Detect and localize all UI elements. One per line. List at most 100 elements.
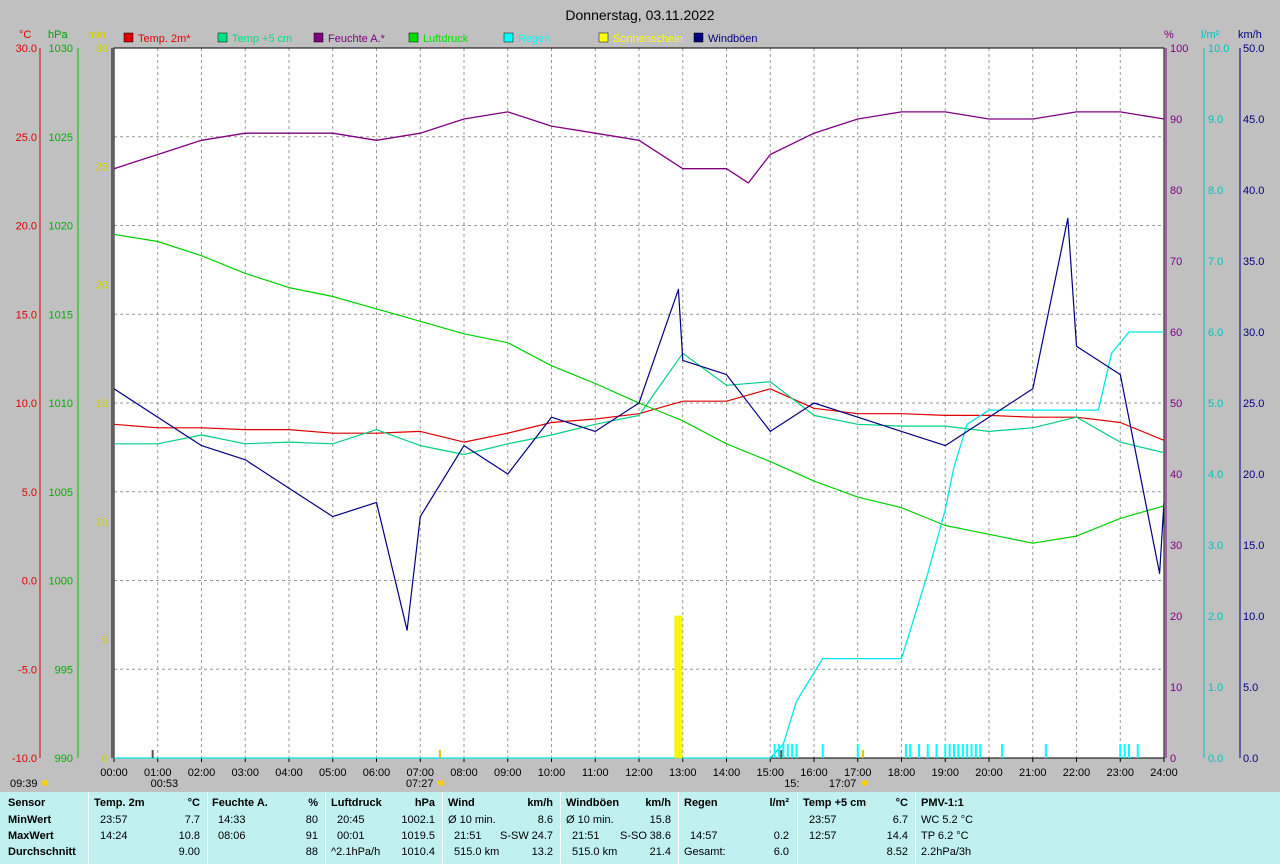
time-tick-label: 00:00 [100,767,128,779]
wind-max-direction: S-SW [500,830,529,842]
table-separator [88,792,89,864]
rain-event-tick [1128,744,1130,758]
legend-swatch [693,32,704,43]
time-tick-label: 06:00 [363,767,391,779]
temp2m-column: Temp. 2m °C 23:57 7.7 14:24 10.8 9.00 [94,792,200,864]
rain-event-tick [786,744,789,758]
legend-swatch [123,32,134,43]
legend-label: Sonnenschein [613,33,683,45]
rain-event-tick [904,744,907,758]
sun-tick-label: 10 [96,516,108,528]
legend-label: Feuchte A.* [328,33,386,45]
time-tick-label: 12:00 [625,767,653,779]
regen-total-label: Gesamt: [684,846,726,858]
rain-event-tick [1044,744,1047,758]
minwert-label: MinWert [8,814,52,826]
luftdruck-trend: ^2.1hPa/h [331,846,381,858]
humidity-tick-label: 20 [1170,611,1182,623]
wind-tick-label: 35.0 [1243,256,1264,268]
temp-tick-label: 20.0 [16,221,37,233]
wind-column: Wind km/h Ø 10 min. 8.6 21:51 S-SW 24.7 … [448,792,553,864]
temp-tick-label: 5.0 [22,487,37,499]
rain-event-tick [795,744,798,758]
wind-tick-label: 5.0 [1243,682,1258,694]
sun-tick-label: 0 [102,753,108,765]
windboeen-max-direction: S-SO [620,830,647,842]
rain-event-tick [944,744,947,758]
pressure-tick-label: 990 [55,753,73,765]
wind-tick-label: 25.0 [1243,398,1264,410]
temp5-min-value: 6.7 [892,814,908,826]
legend-swatch [598,32,609,43]
time-tick-label: 11:00 [582,767,609,779]
rain-event-tick [909,744,912,758]
time-tick-label: 02:00 [188,767,216,779]
sun-tick-label: 20 [96,280,108,292]
pmv-pressure-trend: 2.2hPa/3h [921,846,972,858]
wind-avg-total: 13.2 [531,846,553,858]
temp2m-max-value: 10.8 [178,830,200,842]
time-tick-label: 10:00 [538,767,566,779]
regen-header: Regen [684,797,718,809]
rain-event-tick [773,744,776,758]
sun-icon [437,780,444,786]
pmv-header: PMV-1:1 [921,797,964,809]
luftdruck-column: Luftdruck hPa 20:45 1002.1 00:01 1019.5 … [331,792,435,864]
rain-tick-label: 4.0 [1208,469,1223,481]
rain-tick-label: 8.0 [1208,185,1223,197]
rain-event-tick [918,744,920,758]
rain-event-tick [957,744,960,758]
time-tick-label: 20:00 [975,767,1003,779]
time-tick-label: 16:00 [800,767,828,779]
humidity-unit: % [1164,29,1174,41]
rain-event-tick [961,744,964,758]
temp2m-min-value: 7.7 [184,814,200,826]
humidity-tick-label: 80 [1170,185,1182,197]
legend-swatch [408,32,419,43]
wind-tick-label: 30.0 [1243,327,1264,339]
sun-tick-label: 30 [96,43,108,55]
pressure-tick-label: 1010 [49,398,73,410]
temp-tick-label: 30.0 [16,43,37,55]
rain-event-tick [935,744,938,758]
luftdruck-max-value: 1019.5 [401,830,435,842]
sunshine-duration-label: 09:39 [10,778,38,790]
windboeen-avg-label: Ø 10 min. [566,814,614,826]
humidity-tick-label: 90 [1170,114,1182,126]
sun-tick-label: 5 [102,635,108,647]
pressure-tick-label: 1005 [49,487,73,499]
feuchte-unit: % [308,797,318,809]
temp-tick-label: -10.0 [12,753,37,765]
humidity-tick-label: 10 [1170,682,1182,694]
feuchte-min-time: 14:33 [218,814,246,826]
humidity-tick-label: 40 [1170,469,1182,481]
maxwert-label: MaxWert [8,830,54,842]
rain-event-tick [974,744,977,758]
moonrise-label: 15: [784,778,799,790]
pmv-dewpoint: TP 6.2 °C [921,830,969,842]
rain-event-tick [948,744,951,758]
temp5-header: Temp +5 cm [803,797,867,809]
feuchte-avg: 88 [305,846,318,858]
temp-tick-label: 0.0 [22,576,37,588]
pressure-tick-label: 1000 [49,576,73,588]
statistics-table: Sensor MinWert MaxWert Durchschnitt Temp… [0,792,1280,864]
sunset-label: 17:07 [829,778,857,790]
temp5-avg: 8.52 [886,846,908,858]
sunshine-bar [678,615,683,759]
pressure-tick-label: 1020 [49,221,73,233]
wind-header: Wind [448,797,475,809]
durchschnitt-label: Durchschnitt [8,846,76,858]
regen-column: Regen l/m² 14:57 0.2 Gesamt: 6.0 [684,792,789,864]
luftdruck-avg: 1010.4 [401,846,435,858]
wind-distance: 515.0 km [454,846,500,858]
rain-tick-label: 2.0 [1208,611,1223,623]
table-separator [207,792,208,864]
humidity-tick-label: 50 [1170,398,1182,410]
legend-label: Temp. 2m* [138,33,191,45]
rain-event-tick [926,744,929,758]
rain-event-tick [1001,744,1004,758]
legend-label: Windböen [708,33,758,45]
time-tick-label: 19:00 [931,767,959,779]
table-separator [797,792,798,864]
